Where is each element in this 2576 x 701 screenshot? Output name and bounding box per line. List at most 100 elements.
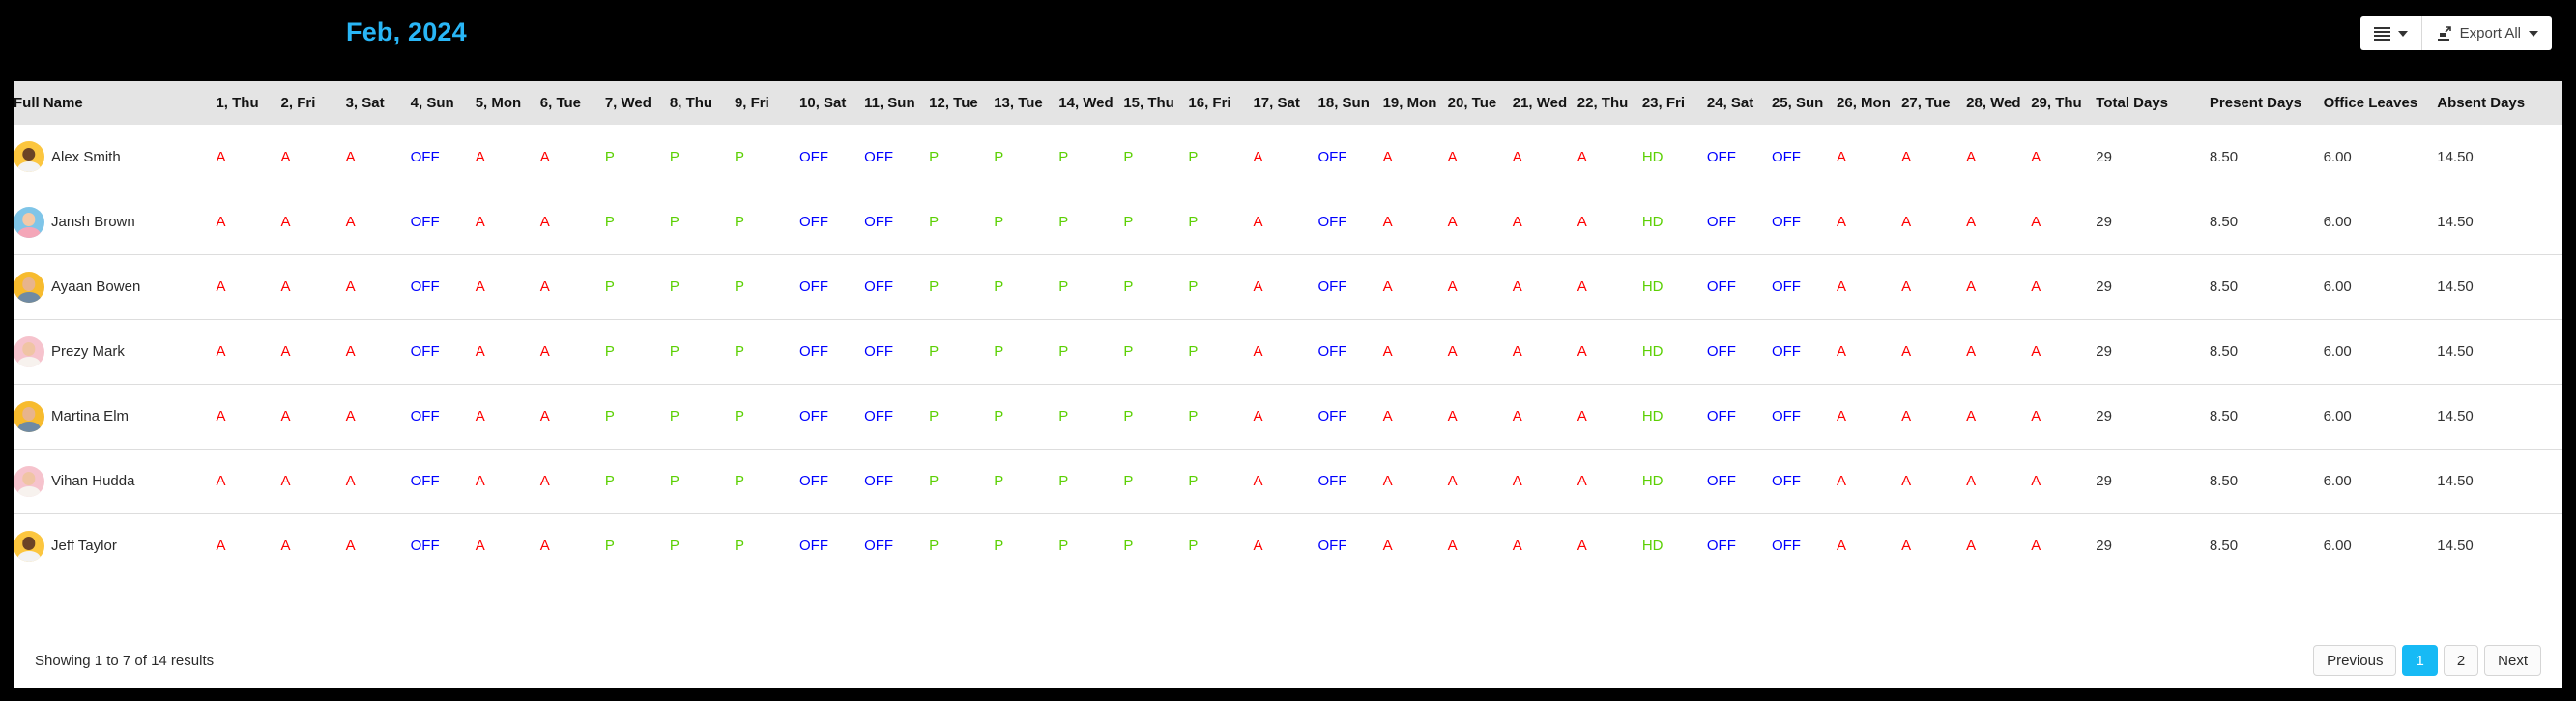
attendance-cell-day-21[interactable]: A [1512,190,1577,255]
attendance-cell-day-22[interactable]: A [1577,513,1642,578]
attendance-cell-day-1[interactable]: A [216,384,281,450]
attendance-cell-day-28[interactable]: A [1966,449,2032,514]
attendance-cell-day-12[interactable]: P [929,190,995,255]
attendance-cell-day-5[interactable]: A [475,449,540,514]
attendance-cell-day-3[interactable]: A [346,513,411,578]
attendance-cell-day-26[interactable]: A [1837,190,1902,255]
attendance-cell-day-18[interactable]: OFF [1317,319,1383,385]
attendance-cell-day-14[interactable]: P [1058,125,1124,190]
attendance-cell-day-16[interactable]: P [1188,319,1254,385]
column-header-day-23[interactable]: 23, Fri [1641,81,1707,125]
attendance-cell-day-29[interactable]: A [2031,254,2097,320]
attendance-cell-day-12[interactable]: P [929,319,995,385]
attendance-cell-day-6[interactable]: A [539,319,605,385]
column-header-day-12[interactable]: 12, Tue [929,81,995,125]
attendance-cell-day-25[interactable]: OFF [1771,125,1838,190]
attendance-cell-day-13[interactable]: P [994,319,1059,385]
attendance-cell-day-10[interactable]: OFF [799,384,865,450]
attendance-cell-day-19[interactable]: A [1382,319,1448,385]
attendance-cell-day-2[interactable]: A [280,125,346,190]
attendance-cell-day-25[interactable]: OFF [1771,190,1838,255]
attendance-cell-day-19[interactable]: A [1383,513,1448,578]
attendance-cell-day-10[interactable]: OFF [799,190,865,255]
column-header-day-29[interactable]: 29, Thu [2031,81,2097,125]
attendance-cell-day-21[interactable]: A [1513,513,1577,578]
page-button-1[interactable]: 1 [2402,645,2438,676]
attendance-cell-day-24[interactable]: OFF [1707,513,1772,578]
column-header-day-1[interactable]: 1, Thu [216,81,281,125]
attendance-cell-day-7[interactable]: P [605,513,670,578]
attendance-cell-day-29[interactable]: A [2031,319,2097,385]
attendance-cell-day-24[interactable]: OFF [1706,384,1772,450]
attendance-cell-day-17[interactable]: A [1253,254,1318,320]
attendance-cell-day-21[interactable]: A [1512,384,1577,450]
attendance-cell-day-25[interactable]: OFF [1771,449,1838,514]
attendance-cell-day-3[interactable]: A [345,190,411,255]
attendance-cell-day-16[interactable]: P [1188,125,1254,190]
column-header-day-7[interactable]: 7, Wed [604,81,670,125]
column-header-absent-days[interactable]: Absent Days [2437,81,2562,125]
attendance-cell-day-4[interactable]: OFF [410,384,476,450]
attendance-cell-day-9[interactable]: P [734,319,800,385]
column-header-day-8[interactable]: 8, Thu [669,81,735,125]
attendance-cell-day-29[interactable]: A [2031,449,2097,514]
attendance-cell-day-9[interactable]: P [734,125,800,190]
attendance-cell-day-7[interactable]: P [604,384,670,450]
attendance-cell-day-12[interactable]: P [929,449,995,514]
attendance-cell-day-19[interactable]: A [1382,190,1448,255]
attendance-cell-day-18[interactable]: OFF [1317,384,1383,450]
attendance-cell-day-16[interactable]: P [1188,449,1254,514]
attendance-cell-day-15[interactable]: P [1123,254,1189,320]
attendance-cell-day-11[interactable]: OFF [864,254,930,320]
attendance-cell-day-18[interactable]: OFF [1317,125,1383,190]
attendance-cell-day-1[interactable]: A [216,125,281,190]
attendance-cell-day-25[interactable]: OFF [1771,254,1838,320]
attendance-cell-day-5[interactable]: A [475,319,540,385]
attendance-cell-day-10[interactable]: OFF [799,319,865,385]
attendance-cell-day-9[interactable]: P [734,449,800,514]
column-visibility-button[interactable] [2359,16,2421,50]
attendance-cell-day-13[interactable]: P [994,513,1058,578]
table-row[interactable]: Jansh Brown A A A OFF A A P P P OFF OFF P P P P P A OFF A A A… [14,190,2562,255]
column-header-day-25[interactable]: 25, Sun [1771,81,1838,125]
attendance-cell-day-20[interactable]: A [1447,449,1513,514]
attendance-cell-day-11[interactable]: OFF [864,384,930,450]
attendance-cell-day-15[interactable]: P [1123,190,1189,255]
attendance-cell-day-29[interactable]: A [2031,384,2097,450]
attendance-cell-day-13[interactable]: P [994,190,1059,255]
attendance-cell-day-28[interactable]: A [1966,125,2032,190]
attendance-cell-day-23[interactable]: HD [1641,384,1707,450]
attendance-cell-day-1[interactable]: A [216,513,280,578]
column-header-present-days[interactable]: Present Days [2209,81,2324,125]
attendance-cell-day-2[interactable]: A [280,319,346,385]
attendance-cell-day-17[interactable]: A [1253,319,1318,385]
attendance-cell-day-23[interactable]: HD [1641,254,1707,320]
attendance-cell-day-8[interactable]: P [670,513,735,578]
attendance-cell-day-11[interactable]: OFF [864,319,930,385]
attendance-cell-day-26[interactable]: A [1837,449,1902,514]
attendance-cell-day-20[interactable]: A [1447,125,1513,190]
attendance-cell-day-1[interactable]: A [216,254,281,320]
attendance-cell-day-15[interactable]: P [1123,384,1189,450]
attendance-cell-day-19[interactable]: A [1382,449,1448,514]
attendance-cell-day-27[interactable]: A [1901,384,1967,450]
attendance-cell-day-20[interactable]: A [1447,384,1513,450]
attendance-cell-day-15[interactable]: P [1123,125,1189,190]
attendance-cell-day-14[interactable]: P [1058,513,1123,578]
attendance-cell-day-12[interactable]: P [929,254,995,320]
attendance-cell-day-27[interactable]: A [1901,319,1967,385]
attendance-cell-day-16[interactable]: P [1188,513,1253,578]
attendance-cell-day-6[interactable]: A [539,190,605,255]
attendance-cell-day-29[interactable]: A [2031,513,2096,578]
attendance-cell-day-1[interactable]: A [216,449,281,514]
attendance-cell-day-11[interactable]: OFF [864,513,929,578]
attendance-cell-day-19[interactable]: A [1382,125,1448,190]
attendance-cell-day-26[interactable]: A [1837,254,1902,320]
attendance-cell-day-17[interactable]: A [1253,384,1318,450]
attendance-cell-day-27[interactable]: A [1901,254,1967,320]
attendance-cell-day-4[interactable]: OFF [410,449,476,514]
attendance-cell-day-28[interactable]: A [1966,513,2031,578]
attendance-cell-day-3[interactable]: A [345,384,411,450]
attendance-cell-day-17[interactable]: A [1253,125,1318,190]
attendance-cell-day-20[interactable]: A [1447,319,1513,385]
